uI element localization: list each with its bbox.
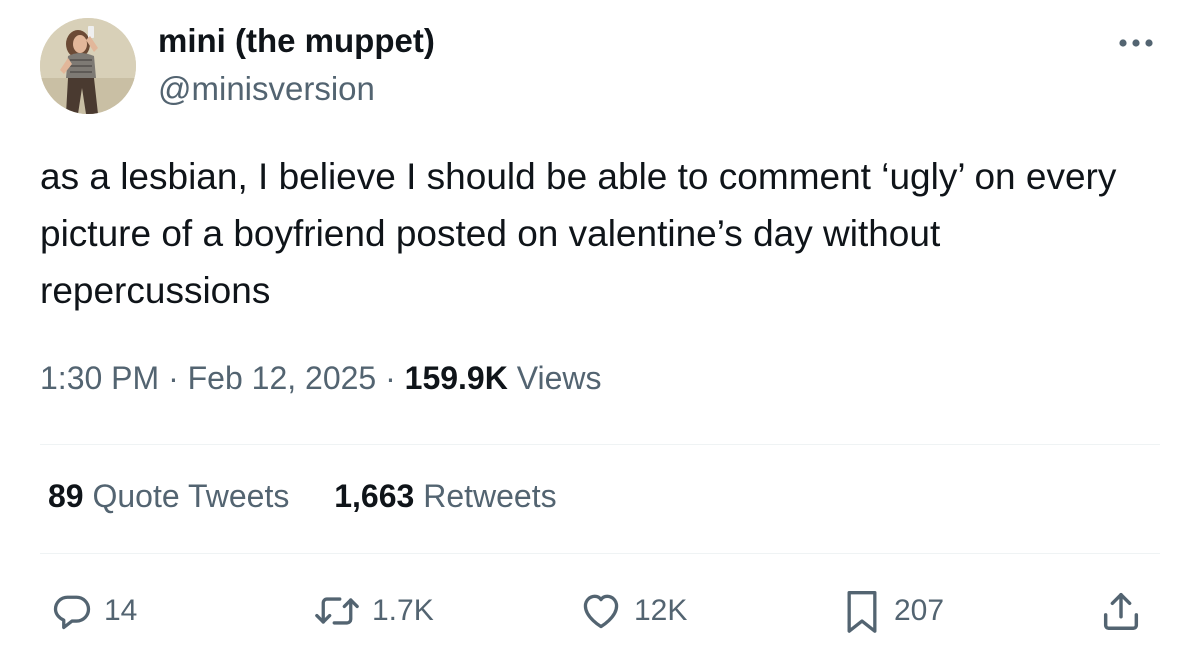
divider bbox=[40, 553, 1160, 554]
share-button[interactable] bbox=[1098, 588, 1144, 634]
reply-button[interactable]: 14 bbox=[50, 588, 137, 634]
avatar[interactable] bbox=[40, 18, 136, 114]
reply-icon bbox=[53, 595, 91, 630]
meta-separator: · bbox=[385, 360, 396, 396]
tweet-meta: 1:30 PM · Feb 12, 2025 · 159.9K Views bbox=[40, 360, 602, 397]
bookmark-button[interactable]: 207 bbox=[840, 588, 944, 634]
author-display-name[interactable]: mini (the muppet) bbox=[158, 22, 435, 60]
retweet-action-count: 1.7K bbox=[372, 594, 434, 627]
tweet-date[interactable]: Feb 12, 2025 bbox=[188, 360, 377, 396]
reply-count: 14 bbox=[104, 594, 138, 627]
tweet-time[interactable]: 1:30 PM bbox=[40, 360, 159, 396]
quote-tweets-label: Quote Tweets bbox=[92, 478, 290, 514]
views-label: Views bbox=[516, 360, 602, 396]
like-button[interactable]: 12K bbox=[578, 588, 687, 634]
quote-tweets-link[interactable]: 89 Quote Tweets bbox=[48, 478, 289, 515]
author-handle[interactable]: @minisversion bbox=[158, 70, 375, 108]
retweets-count: 1,663 bbox=[334, 478, 415, 514]
retweet-icon bbox=[315, 597, 359, 625]
retweet-button[interactable]: 1.7K bbox=[312, 588, 434, 634]
bookmark-count: 207 bbox=[894, 594, 945, 627]
tweet-card: mini (the muppet) @minisversion as a les… bbox=[0, 0, 1188, 660]
tweet-stats: 89 Quote Tweets 1,663 Retweets bbox=[48, 478, 557, 515]
more-horizontal-icon[interactable] bbox=[1116, 28, 1160, 58]
retweets-label: Retweets bbox=[423, 478, 557, 514]
views-count: 159.9K bbox=[404, 360, 508, 396]
bookmark-icon bbox=[847, 591, 877, 633]
tweet-text: as a lesbian, I believe I should be able… bbox=[40, 156, 1117, 311]
avatar-photo bbox=[40, 18, 136, 114]
share-icon bbox=[1103, 592, 1139, 630]
retweets-link[interactable]: 1,663 Retweets bbox=[334, 478, 556, 515]
quote-tweets-count: 89 bbox=[48, 478, 84, 514]
like-count: 12K bbox=[634, 594, 688, 627]
meta-separator: · bbox=[168, 360, 179, 396]
divider bbox=[40, 444, 1160, 445]
heart-icon bbox=[583, 594, 619, 629]
